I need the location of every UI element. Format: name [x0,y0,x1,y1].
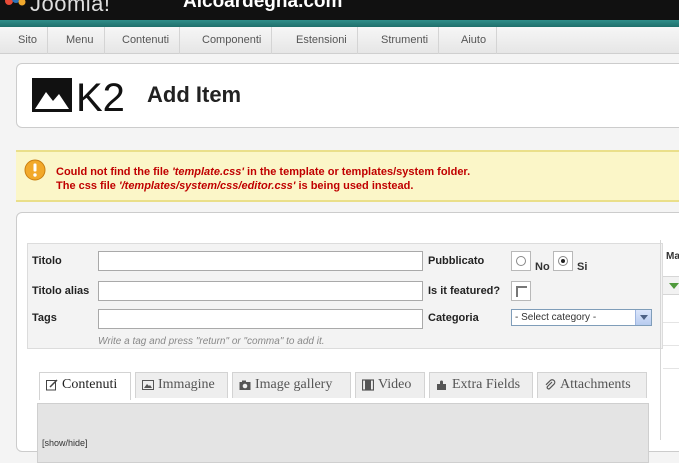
tab-label: Extra Fields [452,377,521,392]
menu-item-aiuto[interactable]: Aiuto [451,27,498,54]
menu-item-contenuti[interactable]: Contenuti [112,27,181,54]
published-no-radio[interactable] [511,251,531,271]
k2-logo-text: K2 [76,76,125,116]
tab-label: Immagine [158,377,215,392]
tab-label: Image gallery [255,377,333,392]
brand-name: Joomla! [30,0,111,16]
header-strip [0,20,679,27]
puzzle-icon [437,380,446,390]
featured-checkbox[interactable] [511,281,531,301]
editor-area[interactable]: [show/hide] [37,403,649,463]
category-selected-value: - Select category - [515,312,597,323]
film-icon [362,379,374,391]
image-icon [142,380,154,390]
page-title: Add Item [147,82,242,107]
published-label: Pubblicato [428,255,485,267]
menu-item-menu[interactable]: Menu [56,27,105,54]
tab-image-gallery[interactable]: Image gallery [232,372,351,398]
paperclip-icon [545,379,556,390]
expand-arrow-icon [669,283,679,289]
joomla-logo-icon [5,0,26,6]
chevron-down-icon [635,310,651,325]
side-separator [663,322,679,323]
toolbar-panel: K2 Add Item [16,63,679,128]
tab-immagine[interactable]: Immagine [135,372,228,398]
admin-header: Joomla! Alcoardegna.com [0,0,679,20]
tab-label: Contenuti [62,377,118,392]
warning-message: Could not find the file 'template.css' i… [16,150,679,202]
menu-item-componenti[interactable]: Componenti [192,27,273,54]
side-separator [663,368,679,369]
tab-attachments[interactable]: Attachments [537,372,647,398]
title-label: Titolo [32,255,62,267]
site-name: Alcoardegna.com [183,0,343,12]
title-input[interactable] [98,251,423,271]
tab-label: Video [378,377,412,392]
published-no-label: No [535,261,550,273]
featured-label: Is it featured? [428,285,501,297]
category-select[interactable]: - Select category - [511,309,652,326]
camera-icon [239,380,251,390]
tab-extra-fields[interactable]: Extra Fields [429,372,533,398]
side-panel-label: Ma [666,251,679,262]
radio-unchecked-icon [516,256,526,266]
checkbox-icon [516,286,527,297]
published-yes-radio[interactable] [553,251,573,271]
warning-line-1: Could not find the file 'template.css' i… [56,166,471,178]
side-panel-row[interactable] [663,276,679,295]
main-menu: Sito Menu Contenuti Componenti Estension… [0,27,679,54]
menu-item-estensioni[interactable]: Estensioni [286,27,358,54]
alias-input[interactable] [98,281,423,301]
warning-line-2: The css file '/templates/system/css/edit… [56,180,414,192]
item-form-panel: Titolo Titolo alias Tags Write a tag and… [16,212,679,463]
tags-hint: Write a tag and press "return" or "comma… [98,336,325,347]
menu-item-sito[interactable]: Sito [8,27,48,54]
alias-label: Titolo alias [32,285,90,297]
tab-label: Attachments [560,377,631,392]
side-separator [663,345,679,346]
tab-contenuti[interactable]: Contenuti [39,372,131,400]
menu-item-strumenti[interactable]: Strumenti [371,27,440,54]
k2-logo-icon: K2 [32,76,125,116]
warning-icon [24,159,46,181]
basic-fields: Titolo Titolo alias Tags Write a tag and… [27,243,663,349]
edit-icon [46,379,58,391]
category-label: Categoria [428,312,479,324]
published-yes-label: Si [577,261,588,273]
editor-toggle-link[interactable]: [show/hide] [42,438,88,448]
radio-checked-icon [558,256,568,266]
side-divider [660,240,661,440]
tags-label: Tags [32,312,57,324]
tags-input[interactable] [98,309,423,329]
tab-video[interactable]: Video [355,372,425,398]
